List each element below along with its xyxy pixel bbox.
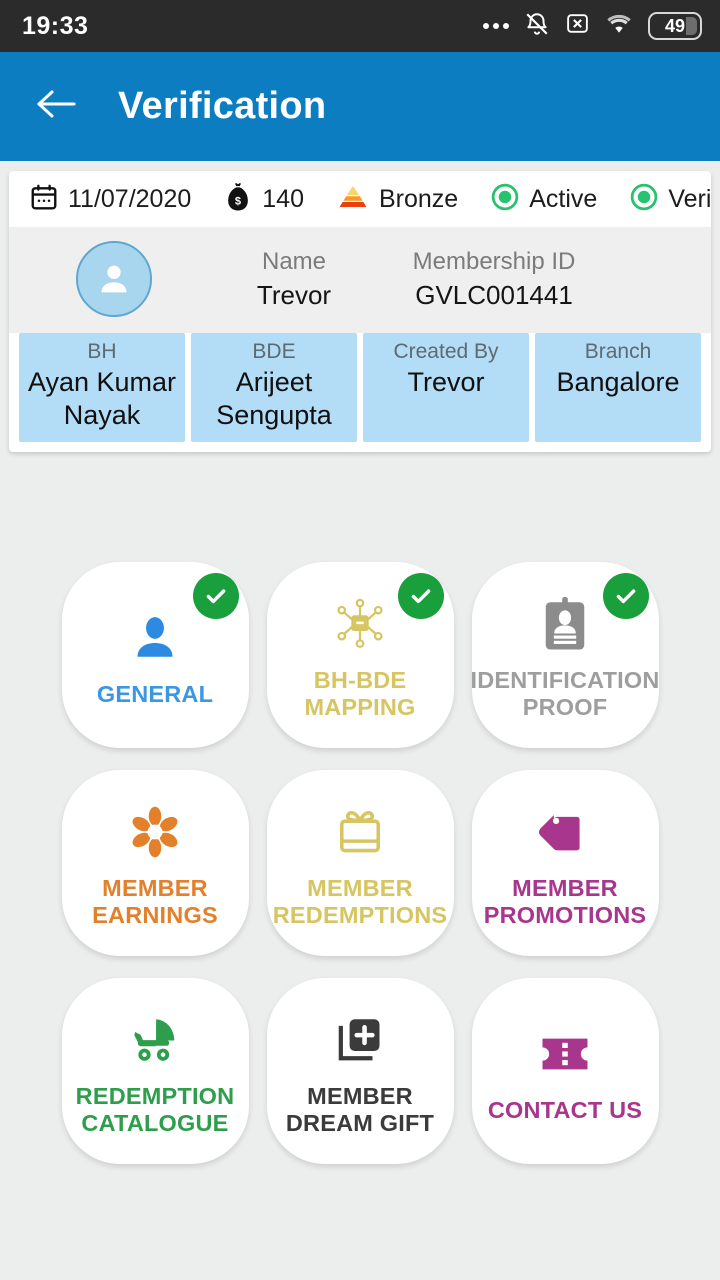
- battery-level: 49: [664, 15, 686, 36]
- summary-points-value: 140: [262, 184, 304, 213]
- tile-member-dream-gift-label: MEMBER DREAM GIFT: [285, 1082, 435, 1137]
- back-arrow-icon[interactable]: [34, 87, 78, 126]
- status-time: 19:33: [22, 11, 89, 40]
- add-document-icon: [334, 1005, 386, 1075]
- member-profile-row: Name Trevor Membership ID GVLC001441: [9, 227, 711, 333]
- chip-bde-label: BDE: [252, 340, 296, 363]
- chip-bh: BH Ayan Kumar Nayak: [19, 333, 185, 443]
- summary-tier: Bronze: [336, 183, 458, 216]
- tile-general[interactable]: GENERAL: [61, 562, 249, 749]
- avatar-container: [9, 241, 219, 317]
- person-icon: [130, 603, 180, 673]
- tile-identification-proof[interactable]: IDENTIFICATION PROOF: [470, 562, 660, 749]
- status-radio-icon: [490, 182, 520, 217]
- tile-member-redemptions-label: MEMBER REDEMPTIONS: [272, 874, 448, 929]
- tile-member-promotions-label: MEMBER PROMOTIONS: [483, 874, 647, 929]
- chip-branch-label: Branch: [584, 340, 652, 363]
- sim-missing-icon: [565, 11, 590, 41]
- summary-points: $ 140: [223, 181, 304, 218]
- summary-status: Active: [490, 182, 597, 217]
- chip-branch-value: Bangalore: [556, 367, 680, 398]
- tile-redemption-catalogue[interactable]: REDEMPTION CATALOGUE: [61, 978, 249, 1165]
- chip-branch: Branch Bangalore: [535, 333, 701, 443]
- tier-pyramid-icon: [336, 183, 370, 216]
- profile-membership-label: Membership ID: [412, 247, 576, 275]
- status-bar: 19:33 49: [0, 0, 720, 52]
- ticket-icon: [539, 1019, 591, 1089]
- tile-contact-us-label: CONTACT US: [487, 1096, 643, 1123]
- status-icon-tray: 49: [483, 11, 702, 42]
- summary-verification-value: Verified: [668, 184, 711, 213]
- chip-created-by: Created By Trevor: [363, 333, 529, 443]
- bell-muted-icon: [524, 11, 550, 42]
- tile-member-promotions[interactable]: MEMBER PROMOTIONS: [471, 770, 659, 957]
- tile-redemption-catalogue-label: REDEMPTION CATALOGUE: [75, 1082, 235, 1137]
- profile-name-value: Trevor: [256, 279, 332, 310]
- battery-icon: 49: [648, 12, 702, 40]
- tile-bh-bde-mapping[interactable]: BH-BDE MAPPING: [266, 562, 454, 749]
- summary-tier-value: Bronze: [379, 184, 459, 213]
- svg-text:$: $: [235, 195, 241, 207]
- profile-name-field: Name Trevor: [219, 248, 369, 311]
- tile-member-earnings[interactable]: MEMBER EARNINGS: [61, 770, 249, 957]
- verified-check-badge: [192, 573, 239, 620]
- chip-bde: BDE Arijeet Sengupta: [191, 333, 357, 443]
- summary-date-value: 11/07/2020: [68, 184, 192, 213]
- page-title: Verification: [118, 85, 327, 127]
- price-tag-icon: [538, 797, 592, 867]
- chip-created-by-value: Trevor: [407, 367, 485, 398]
- chip-bde-value: Arijeet Sengupta: [216, 367, 332, 431]
- id-badge-icon: [542, 589, 588, 659]
- gift-icon: [333, 797, 387, 867]
- network-node-icon: [333, 589, 387, 659]
- tile-bh-bde-mapping-label: BH-BDE MAPPING: [304, 666, 416, 721]
- person-avatar-icon: [101, 265, 127, 293]
- stroller-icon: [127, 1005, 183, 1075]
- profile-membership-field: Membership ID GVLC001441: [369, 248, 619, 311]
- app-bar: Verification: [0, 52, 720, 161]
- tile-general-label: GENERAL: [96, 680, 214, 707]
- more-dots-icon: [483, 23, 509, 29]
- member-chips-row: BH Ayan Kumar Nayak BDE Arijeet Sengupta…: [9, 333, 711, 452]
- verified-check-badge: [602, 573, 649, 620]
- summary-verification: Verified: [629, 182, 711, 217]
- chip-bh-label: BH: [87, 340, 117, 363]
- member-info-card: 11/07/2020 $ 140 Bronze Active Veri Name…: [9, 171, 711, 453]
- wifi-icon: [605, 12, 633, 41]
- profile-membership-value: GVLC001441: [415, 279, 573, 310]
- feature-tile-grid: GENERAL BH-BDE MAPPING IDENTIFICATION PR…: [0, 562, 720, 1165]
- verified-check-badge: [397, 573, 444, 620]
- chip-created-by-label: Created By: [393, 340, 499, 363]
- summary-status-value: Active: [529, 184, 598, 213]
- tile-identification-proof-label: IDENTIFICATION PROOF: [470, 666, 660, 721]
- tile-member-dream-gift[interactable]: MEMBER DREAM GIFT: [266, 978, 454, 1165]
- member-summary-row: 11/07/2020 $ 140 Bronze Active Veri: [9, 171, 711, 227]
- tile-member-earnings-label: MEMBER EARNINGS: [92, 874, 218, 929]
- calendar-icon: [29, 182, 59, 217]
- verified-radio-icon: [629, 182, 659, 217]
- profile-name-label: Name: [261, 247, 327, 275]
- avatar: [76, 241, 152, 317]
- chip-bh-value: Ayan Kumar Nayak: [27, 367, 177, 431]
- tile-contact-us[interactable]: CONTACT US: [471, 978, 659, 1165]
- summary-date: 11/07/2020: [29, 182, 191, 217]
- money-bag-icon: $: [223, 181, 253, 218]
- tile-member-redemptions[interactable]: MEMBER REDEMPTIONS: [266, 770, 454, 957]
- flower-icon: [128, 797, 182, 867]
